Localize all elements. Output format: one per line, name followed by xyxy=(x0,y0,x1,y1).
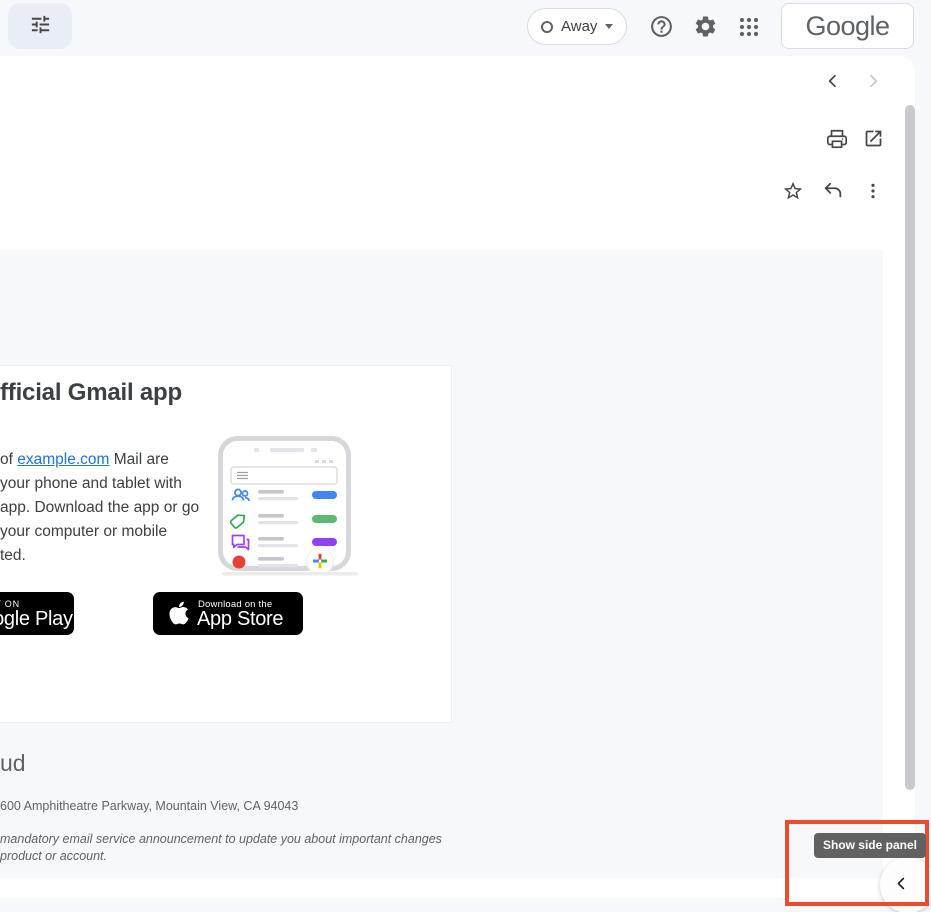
status-circle-icon xyxy=(541,21,553,33)
email-card: fficial Gmail app of example.com Mail ar… xyxy=(0,56,915,898)
show-side-panel-button[interactable] xyxy=(880,857,931,912)
page: Away Google xyxy=(0,0,931,912)
disclaimer-text: mandatory email service announcement to … xyxy=(0,831,442,865)
open-in-new-icon xyxy=(863,128,884,152)
email-body: fficial Gmail app of example.com Mail ar… xyxy=(0,250,883,878)
google-play-badge[interactable]: GET IT ON Google Play xyxy=(0,592,74,635)
open-in-new-button[interactable] xyxy=(853,120,893,160)
search-options-button[interactable] xyxy=(8,3,72,49)
appstore-badge-main-text: App Store xyxy=(197,608,283,631)
status-label: Away xyxy=(561,18,597,35)
gear-icon xyxy=(693,14,718,42)
body-line: of example.com Mail are xyxy=(0,448,199,472)
status-selector[interactable]: Away xyxy=(527,8,627,45)
tune-icon xyxy=(29,13,52,39)
sender-address: 600 Amphitheatre Parkway, Mountain View,… xyxy=(0,799,298,813)
body-line: your phone and tablet with xyxy=(0,472,199,496)
chevron-left-icon xyxy=(894,876,909,894)
apps-grid-button[interactable] xyxy=(734,13,764,43)
vertical-dots-icon xyxy=(863,181,883,204)
more-options-button[interactable] xyxy=(853,172,893,212)
body-line: app. Download the app or go xyxy=(0,496,199,520)
chevron-right-icon xyxy=(865,73,881,92)
apps-grid-icon xyxy=(737,15,761,42)
app-store-badge[interactable]: Download on the App Store xyxy=(153,592,303,635)
settings-button[interactable] xyxy=(690,13,720,43)
example-link[interactable]: example.com xyxy=(17,451,109,468)
apple-icon xyxy=(168,600,190,631)
google-logo-text: Google xyxy=(805,11,889,42)
scrollbar-thumb[interactable] xyxy=(905,105,915,790)
newer-email-button[interactable] xyxy=(813,62,853,102)
reply-button[interactable] xyxy=(813,172,853,212)
print-button[interactable] xyxy=(817,120,857,160)
chevron-left-icon xyxy=(825,73,841,92)
email-heading: fficial Gmail app xyxy=(0,379,182,407)
printer-icon xyxy=(826,128,848,153)
phone-illustration xyxy=(218,436,358,578)
star-outline-icon xyxy=(782,180,804,205)
help-icon xyxy=(649,14,674,42)
sender-brand: ud xyxy=(0,750,26,777)
caret-down-icon xyxy=(605,24,613,29)
older-email-button[interactable] xyxy=(853,62,893,102)
disclaimer-line: product or account. xyxy=(0,848,442,865)
star-button[interactable] xyxy=(773,172,813,212)
body-line: ted. xyxy=(0,544,199,568)
topbar: Away Google xyxy=(0,0,931,56)
play-badge-main-text: Google Play xyxy=(0,608,73,631)
email-body-text: of example.com Mail are your phone and t… xyxy=(0,448,199,568)
google-logo[interactable]: Google xyxy=(781,3,914,49)
side-panel-tooltip: Show side panel xyxy=(814,833,926,858)
body-line: your computer or mobile xyxy=(0,520,199,544)
reply-arrow-icon xyxy=(822,180,844,205)
disclaimer-line: mandatory email service announcement to … xyxy=(0,831,442,848)
help-button[interactable] xyxy=(646,13,676,43)
